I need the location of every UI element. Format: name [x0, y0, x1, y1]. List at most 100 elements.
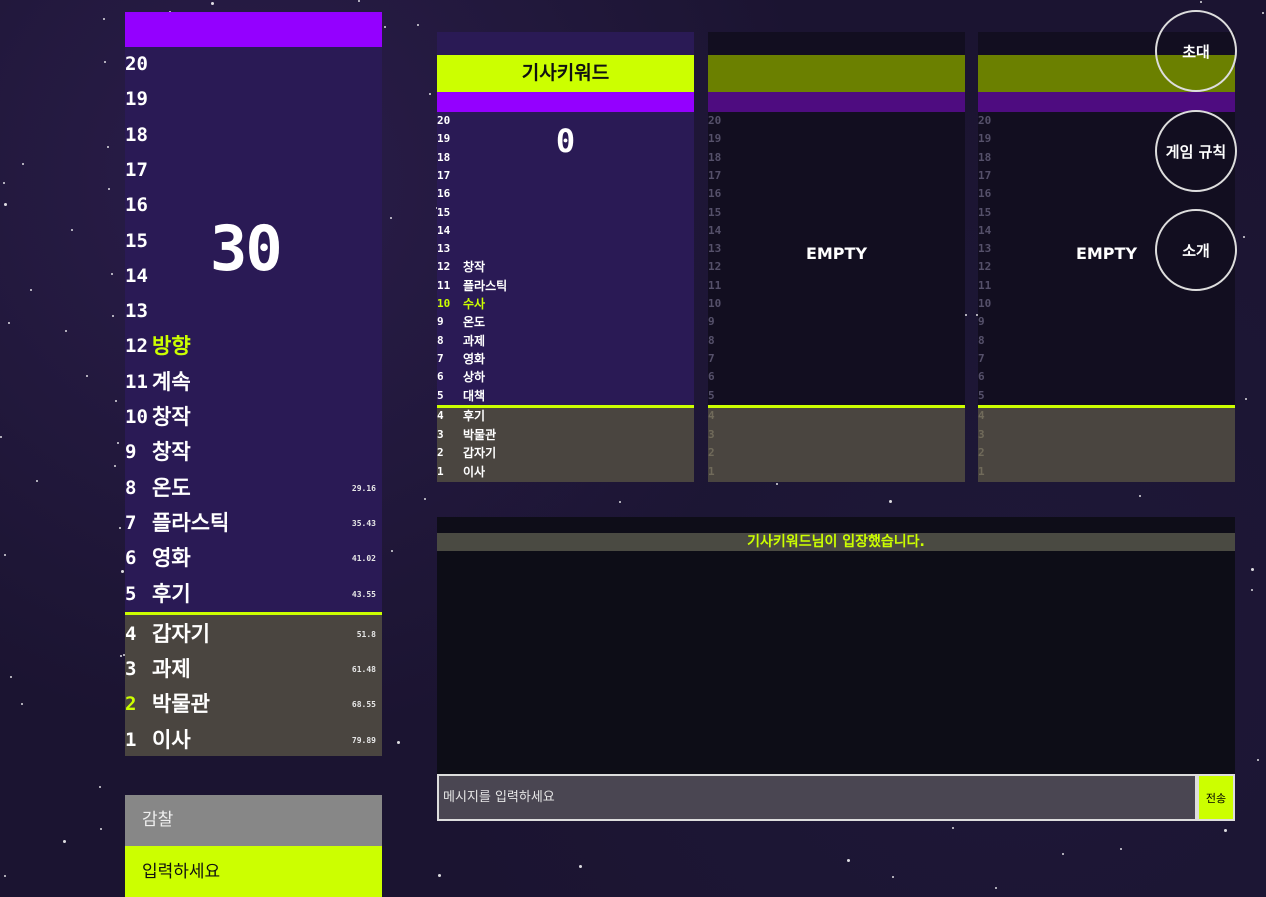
chat-panel: 기사키워드님이 입장했습니다. 전송	[437, 517, 1235, 821]
row-word: 플라스틱	[463, 278, 508, 293]
row-number: 1	[437, 464, 444, 478]
row-number: 17	[978, 168, 992, 182]
star	[121, 570, 124, 573]
star	[1224, 829, 1227, 832]
chat-input[interactable]	[437, 774, 1197, 821]
star	[397, 741, 400, 744]
row-number: 17	[125, 158, 148, 181]
left-board-row: 11 계속	[125, 365, 382, 400]
player-danger-zone: 4 3 2 1	[708, 405, 965, 482]
player-word-row: 8	[708, 332, 965, 351]
star	[117, 442, 119, 444]
player-word-row: 12 창작	[437, 258, 694, 277]
star	[30, 289, 32, 291]
row-number: 8	[437, 333, 444, 347]
star	[847, 859, 850, 862]
guess-label: 감찰	[125, 795, 382, 846]
row-word: 영화	[463, 351, 486, 366]
row-number: 11	[437, 278, 451, 292]
star	[1251, 568, 1254, 571]
row-number: 20	[978, 114, 992, 127]
player-word-row: 19	[708, 130, 965, 149]
row-time: 51.8	[356, 630, 376, 639]
left-board-row: 9 창작	[125, 435, 382, 470]
player-name: 기사키워드	[437, 55, 694, 92]
player-word-row: 15	[708, 204, 965, 223]
left-board-row: 15	[125, 224, 382, 259]
left-board-row: 12 방향	[125, 329, 382, 364]
row-number: 19	[978, 132, 992, 146]
star	[120, 655, 122, 657]
row-number: 16	[437, 187, 451, 201]
row-number: 15	[978, 205, 992, 219]
row-number: 5	[978, 388, 985, 402]
star	[100, 828, 102, 830]
player-header-bar	[437, 92, 694, 112]
intro-button[interactable]: 소개	[1155, 209, 1237, 291]
player-name	[708, 55, 965, 92]
rules-button[interactable]: 게임 규칙	[1155, 110, 1237, 192]
star	[889, 500, 892, 503]
star	[22, 163, 24, 165]
row-word: 영화	[152, 546, 191, 571]
left-board-row: 2 박물관 68.55	[125, 687, 382, 722]
left-board-row: 4 갑자기 51.8	[125, 617, 382, 652]
row-number: 14	[978, 223, 992, 237]
player-word-row: 4 후기	[437, 407, 694, 426]
player-word-row: 3 박물관	[437, 426, 694, 445]
star	[358, 0, 360, 2]
star	[579, 865, 582, 868]
invite-button[interactable]: 초대	[1155, 10, 1237, 92]
row-number: 10	[978, 297, 992, 310]
row-number: 8	[125, 476, 137, 499]
row-word: 온도	[152, 475, 191, 500]
send-button[interactable]: 전송	[1197, 774, 1235, 821]
row-number: 8	[978, 333, 985, 347]
row-number: 4	[437, 409, 444, 422]
left-board-row: 17	[125, 153, 382, 188]
player-word-row: 1	[978, 463, 1235, 482]
row-number: 19	[125, 88, 148, 111]
star	[1257, 759, 1259, 761]
star	[4, 875, 6, 877]
left-board-row: 1 이사 79.89	[125, 723, 382, 758]
row-number: 15	[708, 205, 722, 219]
row-word: 온도	[463, 315, 486, 330]
star	[10, 676, 12, 678]
row-number: 16	[125, 194, 148, 217]
left-word-board: 30 20 19 18 17 16 15 14 13 12 방향 11 계속 10 창작 9 창작 8 온도 29.…	[125, 12, 382, 756]
left-board-row: 18	[125, 118, 382, 153]
left-board-row: 19	[125, 82, 382, 117]
row-time: 41.02	[351, 554, 376, 564]
star	[390, 217, 392, 219]
guess-input[interactable]	[125, 846, 382, 897]
player-word-row: 3	[708, 426, 965, 445]
row-word: 박물관	[463, 427, 497, 442]
row-word: 이사	[152, 727, 191, 752]
player-word-row: 17	[708, 167, 965, 186]
player-word-row: 1	[708, 463, 965, 482]
row-word: 창작	[152, 440, 191, 465]
star	[0, 436, 2, 438]
star	[8, 322, 10, 324]
row-number: 20	[125, 53, 148, 75]
row-number: 18	[125, 123, 148, 146]
player-word-row: 6 상하	[437, 368, 694, 387]
row-number: 6	[978, 370, 985, 384]
player-word-row: 5	[708, 387, 965, 406]
row-number: 16	[708, 187, 722, 201]
left-board-row: 16	[125, 188, 382, 223]
star	[65, 330, 67, 332]
row-word: 이사	[463, 464, 486, 479]
star	[424, 498, 426, 500]
player-word-row: 16	[437, 185, 694, 204]
star	[104, 61, 106, 63]
player-panel-2: 20 19 18 17 16 15 14 13 12 11 10 9 8 7 6 5 4321 EMPTY	[708, 32, 965, 482]
player-word-row: 2	[978, 444, 1235, 463]
left-board-header-bar	[125, 12, 382, 47]
player-header-bar	[978, 92, 1235, 112]
star	[965, 314, 967, 316]
chat-input-row: 전송	[437, 774, 1235, 821]
left-board-row: 3 과제 61.48	[125, 652, 382, 687]
star	[36, 480, 38, 482]
